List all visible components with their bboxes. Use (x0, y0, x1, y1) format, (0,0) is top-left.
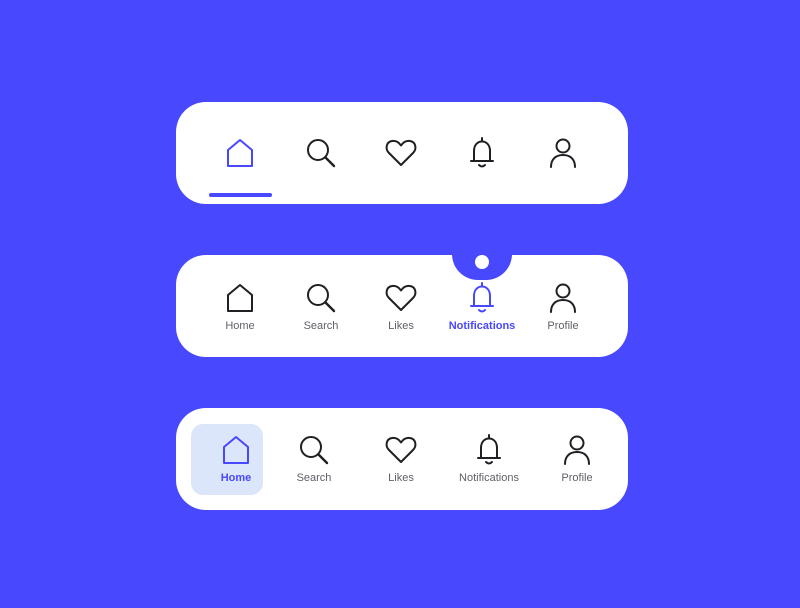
heart-icon (384, 136, 418, 170)
nav-item-label: Home (220, 472, 252, 484)
user-icon (546, 136, 580, 170)
nav-item-profile[interactable] (528, 102, 598, 204)
nav-bar-underline-style (176, 102, 628, 204)
nav-item-profile[interactable]: Profile (518, 255, 608, 357)
home-icon (223, 281, 257, 315)
nav-bar-pill-style: Home Search Likes Notifications Profile (176, 408, 628, 510)
nav-item-likes[interactable] (366, 102, 436, 204)
nav-item-label: Profile (547, 320, 579, 332)
home-icon (219, 433, 253, 467)
nav-item-label: Search (296, 472, 332, 484)
nav-item-home[interactable]: Home (191, 408, 281, 510)
search-icon (304, 136, 338, 170)
active-underline-indicator (209, 193, 272, 197)
bell-icon (472, 433, 506, 467)
nav-item-likes[interactable]: Likes (356, 255, 446, 357)
nav-item-likes[interactable]: Likes (356, 408, 446, 510)
search-icon (304, 281, 338, 315)
active-notch-dot (475, 255, 489, 269)
nav-item-label: Notifications (459, 472, 519, 484)
search-icon (297, 433, 331, 467)
nav-item-search[interactable]: Search (269, 408, 359, 510)
nav-item-profile[interactable]: Profile (532, 408, 622, 510)
bell-icon (465, 136, 499, 170)
nav-item-search[interactable]: Search (276, 255, 366, 357)
bell-icon (465, 281, 499, 315)
nav-item-home[interactable]: Home (195, 255, 285, 357)
user-icon (560, 433, 594, 467)
nav-item-label: Likes (388, 320, 414, 332)
nav-item-label: Search (303, 320, 339, 332)
nav-item-search[interactable] (286, 102, 356, 204)
nav-item-label: Home (225, 320, 255, 332)
nav-item-notifications[interactable]: Notifications (444, 408, 534, 510)
heart-icon (384, 433, 418, 467)
nav-item-label: Likes (388, 472, 414, 484)
nav-bar-notch-style: Home Search Likes Notifications Profile (176, 254, 628, 357)
nav-item-notifications[interactable] (447, 102, 517, 204)
nav-item-label: Notifications (448, 320, 516, 332)
nav-item-home[interactable] (205, 102, 275, 204)
home-icon (223, 136, 257, 170)
heart-icon (384, 281, 418, 315)
nav-item-notifications[interactable]: Notifications (437, 255, 527, 357)
user-icon (546, 281, 580, 315)
nav-item-label: Profile (561, 472, 593, 484)
